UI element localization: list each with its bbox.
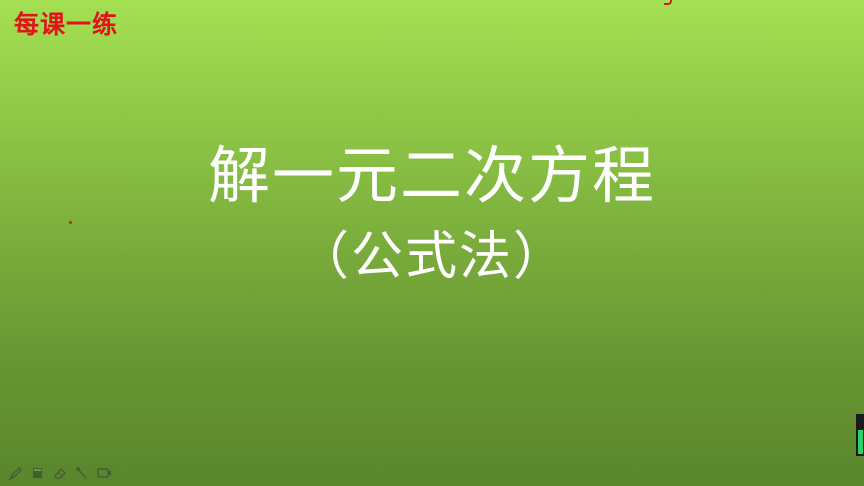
presentation-slide: 每课一练 解一元二次方程 （公式法）	[0, 0, 864, 486]
highlighter-icon[interactable]	[30, 465, 46, 481]
presentation-toolbar	[8, 462, 112, 484]
volume-level	[858, 430, 863, 454]
pen-icon[interactable]	[8, 465, 24, 481]
laser-pointer-icon[interactable]	[74, 465, 90, 481]
screen-icon[interactable]	[96, 465, 112, 481]
ink-mark	[664, 0, 672, 5]
slide-subtitle: （公式法）	[296, 227, 567, 287]
slide-title: 解一元二次方程	[207, 139, 656, 212]
corner-label: 每课一练	[14, 10, 119, 39]
eraser-icon[interactable]	[52, 465, 68, 481]
